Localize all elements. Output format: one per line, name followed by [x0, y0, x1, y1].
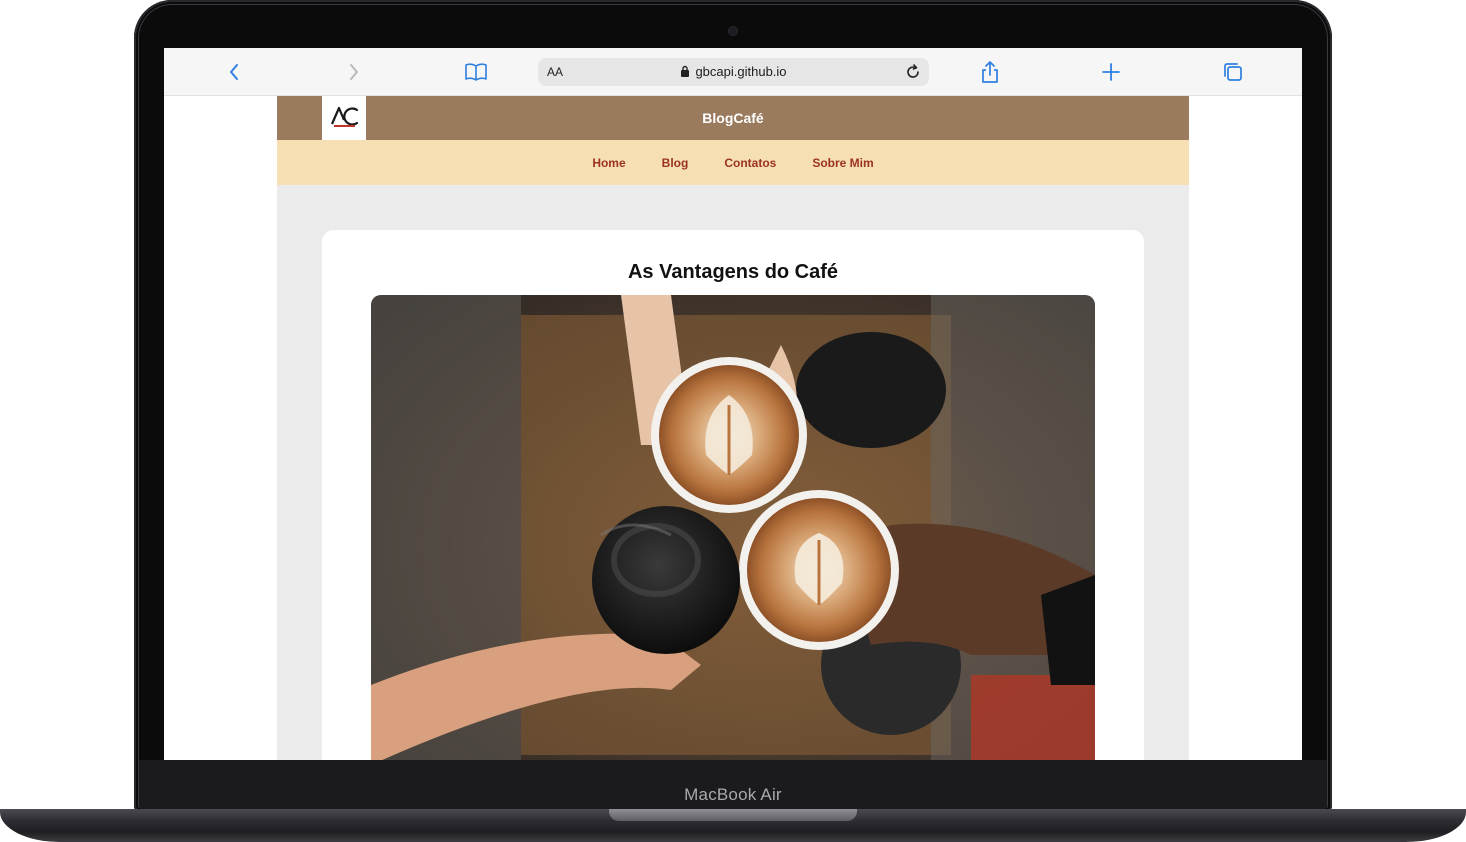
- tabs-icon[interactable]: [1220, 60, 1246, 84]
- nav-contatos[interactable]: Contatos: [724, 156, 776, 170]
- nav-blog[interactable]: Blog: [662, 156, 689, 170]
- site-header: BlogCafé: [277, 96, 1189, 140]
- reload-icon[interactable]: [903, 62, 923, 82]
- share-icon[interactable]: [977, 60, 1003, 84]
- browser-toolbar: AA gbcapi.github.io: [164, 48, 1302, 96]
- forward-icon[interactable]: [341, 60, 367, 84]
- book-icon[interactable]: [463, 60, 489, 84]
- nav-sobre-mim[interactable]: Sobre Mim: [812, 156, 873, 170]
- lock-icon: [681, 65, 690, 77]
- model-label: MacBook Air: [684, 785, 782, 804]
- url-display[interactable]: gbcapi.github.io: [538, 64, 929, 79]
- post-title: As Vantagens do Café: [627, 261, 839, 283]
- plus-icon[interactable]: [1098, 60, 1124, 84]
- laptop-frame: MacBook Air AA gbcapi.github.io BlogCafé…: [0, 0, 1466, 842]
- post-card: As Vantagens do Café: [322, 230, 1144, 760]
- back-icon[interactable]: [221, 60, 247, 84]
- nav-home[interactable]: Home: [592, 156, 625, 170]
- screen: AA gbcapi.github.io BlogCafé Home Blog C…: [164, 48, 1302, 760]
- main-nav: Home Blog Contatos Sobre Mim: [277, 140, 1189, 185]
- laptop-notch: [609, 809, 857, 821]
- site-title[interactable]: BlogCafé: [277, 110, 1189, 126]
- address-bar[interactable]: AA gbcapi.github.io: [538, 58, 929, 86]
- web-page: BlogCafé Home Blog Contatos Sobre Mim As…: [277, 96, 1189, 760]
- coffee-photo: [371, 295, 1095, 760]
- url-text: gbcapi.github.io: [695, 64, 787, 79]
- camera-icon: [729, 27, 737, 35]
